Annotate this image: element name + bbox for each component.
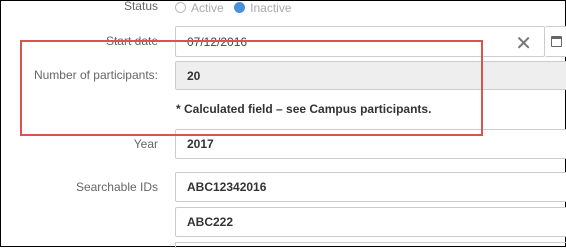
status-active-radio[interactable] xyxy=(175,2,186,14)
year-label: Year xyxy=(133,137,158,151)
year-value: 2017 xyxy=(187,137,214,151)
status-active-label: Active xyxy=(191,0,224,15)
calendar-icon xyxy=(551,36,562,47)
searchable-id-input[interactable]: ABC222 xyxy=(175,207,566,237)
calendar-button[interactable] xyxy=(545,26,566,57)
searchable-ids-label: Searchable IDs xyxy=(75,180,158,194)
next-field-partial xyxy=(175,242,566,248)
searchable-id-input[interactable]: ABC12342016 xyxy=(175,172,566,202)
searchable-id-value: ABC12342016 xyxy=(187,180,267,194)
searchable-id-value: ABC222 xyxy=(187,215,234,229)
status-label: Status xyxy=(123,0,158,13)
status-inactive-label: Inactive xyxy=(250,0,292,15)
status-radio-group: Active Inactive xyxy=(175,0,298,15)
highlight-box xyxy=(20,40,483,136)
status-inactive-radio[interactable] xyxy=(234,2,246,14)
clear-date-icon[interactable]: ✕ xyxy=(515,31,532,56)
